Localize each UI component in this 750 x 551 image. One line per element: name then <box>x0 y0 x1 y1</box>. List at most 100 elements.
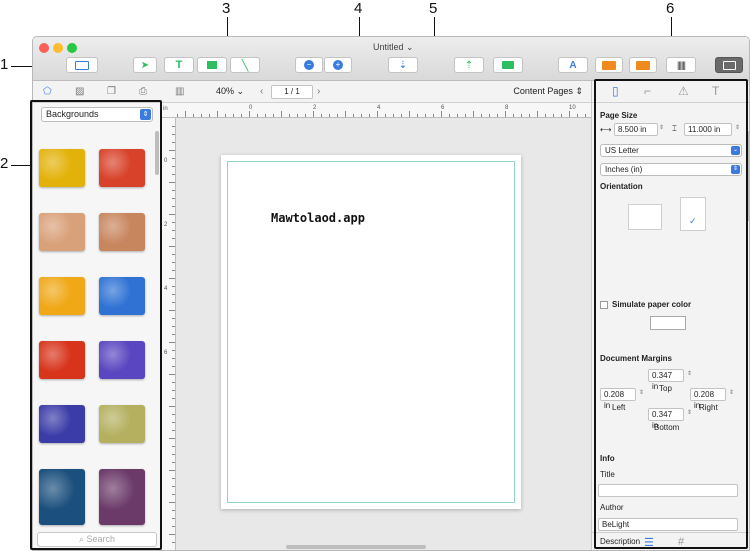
thumbnail-copper-texture[interactable] <box>99 213 145 251</box>
view-button[interactable] <box>66 57 98 73</box>
thumbnail-red-texture[interactable] <box>99 149 145 187</box>
calendar-button[interactable] <box>629 57 657 73</box>
shape-tool-button[interactable] <box>197 57 227 73</box>
close-window-button[interactable] <box>39 43 49 53</box>
thumbnail-blue-texture[interactable] <box>99 277 145 315</box>
h-ruler-tick <box>457 114 458 117</box>
h-ruler-tick <box>297 114 298 117</box>
zoom-window-button[interactable] <box>67 43 77 53</box>
title-input[interactable] <box>598 484 738 497</box>
merge-data-button[interactable] <box>595 57 623 73</box>
style-tab-icon[interactable]: ⚠ <box>678 84 689 98</box>
calendar-icon <box>636 60 650 70</box>
v-ruler-tick <box>172 382 175 383</box>
text-tool-button[interactable]: T <box>164 57 194 73</box>
thumbnail-plum-texture[interactable] <box>99 469 145 525</box>
simulate-paper-checkbox[interactable] <box>600 301 608 309</box>
next-page-button[interactable]: › <box>317 86 320 97</box>
h-ruler-tick <box>537 111 538 117</box>
rectangle-icon <box>207 61 217 69</box>
text-style-button[interactable]: A <box>558 57 588 73</box>
thumbnail-gold-blue-texture[interactable] <box>39 277 85 315</box>
thumbnail-yellow-texture[interactable] <box>39 149 85 187</box>
paper-color-well[interactable] <box>650 316 686 330</box>
thumbnail-orange-red-texture[interactable] <box>39 341 85 379</box>
margin-right-label: Right <box>699 403 718 412</box>
vertical-ruler[interactable]: 0 2 4 6 <box>161 118 176 550</box>
thumbnail-dark-blue-texture[interactable] <box>39 469 85 525</box>
share-button[interactable]: ⇡ <box>454 57 484 73</box>
document-canvas[interactable]: in 0 2 4 6 8 10 0 2 4 6 Mawtolaod.app <box>161 103 591 550</box>
library-category-dropdown[interactable]: Backgrounds ⇕ <box>41 107 153 122</box>
barcode-button[interactable]: |||||| <box>666 57 696 73</box>
import-button[interactable]: ⇣ <box>388 57 418 73</box>
h-ruler-tick <box>353 114 354 117</box>
zoom-out-button[interactable]: − <box>295 57 323 73</box>
canvas-horizontal-scrollbar[interactable] <box>286 545 426 549</box>
minimize-window-button[interactable] <box>53 43 63 53</box>
zoom-level-dropdown[interactable]: 40% ⌄ <box>216 86 244 97</box>
content-pages-selector[interactable]: Content Pages ⇕ <box>513 86 583 97</box>
v-ruler-tick <box>172 358 175 359</box>
h-ruler-tick <box>305 114 306 117</box>
margin-left-stepper[interactable]: ⇕ <box>639 389 644 396</box>
thumbnail-navy-gold-texture[interactable] <box>39 405 85 443</box>
document-tab-icon[interactable]: ▯ <box>612 84 619 98</box>
page-height-field[interactable]: 11.000 in <box>684 123 732 136</box>
thumbnail-purple-texture[interactable] <box>99 341 145 379</box>
zoom-in-button[interactable]: + <box>324 57 352 73</box>
margin-bottom-field[interactable]: 0.347 in <box>648 408 684 430</box>
margin-bottom-label: Bottom <box>654 423 680 432</box>
inspector-toggle-button[interactable] <box>715 57 743 73</box>
width-stepper[interactable]: ⇕ <box>659 124 664 131</box>
portrait-option[interactable]: ✓ <box>680 197 706 231</box>
units-dropdown[interactable]: Inches (in) ⇕ <box>600 163 742 176</box>
author-input[interactable]: BeLight <box>598 518 738 531</box>
previous-page-button[interactable]: ‹ <box>260 86 263 97</box>
line-tool-button[interactable]: ╲ <box>230 57 260 73</box>
landscape-option[interactable] <box>628 204 662 230</box>
clipart-library-icon[interactable]: ❐ <box>107 86 116 97</box>
checkmark-icon: ✓ <box>689 216 697 226</box>
thumbnail-speckled-texture[interactable] <box>39 213 85 251</box>
grid-icon[interactable]: # <box>678 536 684 548</box>
margin-top-stepper[interactable]: ⇕ <box>687 370 692 377</box>
v-ruler-tick <box>172 294 175 295</box>
images-library-icon[interactable]: ▨ <box>75 86 84 97</box>
templates-library-icon[interactable]: ⎙ <box>139 86 147 97</box>
layers-icon[interactable]: ☰ <box>644 536 654 549</box>
margin-left-field[interactable]: 0.208 in <box>600 388 636 410</box>
margin-right-stepper[interactable]: ⇕ <box>729 389 734 396</box>
page-number-field[interactable]: 1 / 1 <box>271 85 313 99</box>
v-ruler-tick <box>169 342 175 343</box>
inspector-scrollbar[interactable] <box>746 131 749 221</box>
height-stepper[interactable]: ⇕ <box>735 124 740 131</box>
v-ruler-tick <box>172 206 175 207</box>
document-page[interactable]: Mawtolaod.app <box>221 155 521 509</box>
margin-top-field[interactable]: 0.347 in <box>648 369 684 391</box>
margin-bottom-stepper[interactable]: ⇕ <box>687 409 692 416</box>
page-width-field[interactable]: 8.500 in <box>614 123 658 136</box>
shapes-library-icon[interactable]: ⬠ <box>43 86 52 97</box>
margin-right-field[interactable]: 0.208 in <box>690 388 726 410</box>
text-tab-icon[interactable]: T <box>712 84 719 98</box>
horizontal-ruler[interactable]: in 0 2 4 6 8 10 <box>161 103 591 118</box>
download-icon: ⇣ <box>398 59 408 71</box>
library-search-input[interactable]: ⌕ Search <box>37 532 157 547</box>
title-toolbar: Untitled ⌄ ➤ T ╲ − + ⇣ ⇡ A |||||| <box>33 37 749 81</box>
h-ruler-tick <box>561 114 562 117</box>
library-scrollbar[interactable] <box>155 131 159 175</box>
select-tool-button[interactable]: ➤ <box>133 57 157 73</box>
print-button[interactable] <box>493 57 523 73</box>
v-ruler-tick <box>172 142 175 143</box>
h-ruler-tick <box>361 114 362 117</box>
geometry-tab-icon[interactable]: ⌐ <box>644 84 651 98</box>
thumbnail-olive-texture[interactable] <box>99 405 145 443</box>
v-ruler-tick <box>169 310 175 311</box>
h-ruler-tick <box>369 114 370 117</box>
book-view-icon[interactable]: ▥ <box>175 86 184 97</box>
page-text-object[interactable]: Mawtolaod.app <box>271 211 365 225</box>
h-ruler-tick <box>553 114 554 117</box>
paper-size-dropdown[interactable]: US Letter ⌄ <box>600 144 742 157</box>
v-ruler-tick <box>172 350 175 351</box>
